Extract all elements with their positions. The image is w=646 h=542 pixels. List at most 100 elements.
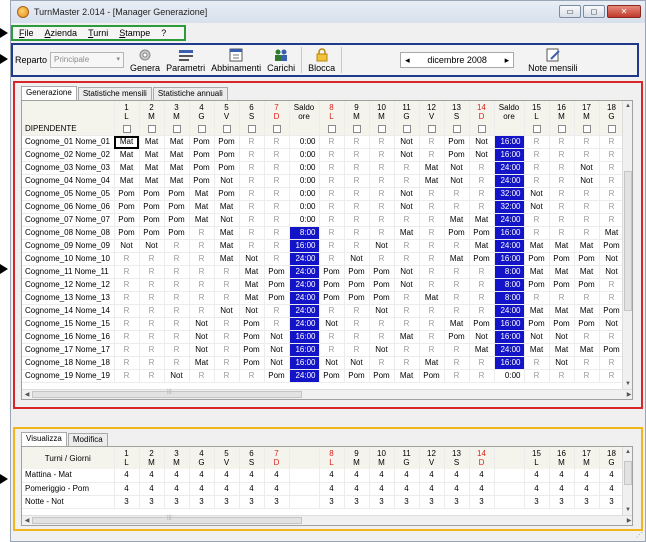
shift-cell[interactable]: R (164, 317, 190, 331)
shift-count-cell[interactable]: 4 (189, 482, 215, 496)
shift-cell[interactable]: R (574, 148, 600, 162)
employee-name[interactable]: Cognome_10 Nome_10 (22, 252, 115, 266)
shift-cell[interactable]: Pom (599, 239, 625, 253)
shift-cell[interactable]: R (164, 343, 190, 357)
employee-name[interactable]: Cognome_14 Nome_14 (22, 304, 115, 318)
shift-count-cell[interactable]: 4 (469, 469, 495, 483)
shift-cell[interactable]: R (394, 356, 420, 370)
day-lock-checkbox[interactable] (427, 124, 436, 133)
tab-statistiche-mensili[interactable]: Statistiche mensili (77, 87, 152, 100)
shift-cell[interactable]: R (469, 161, 495, 175)
shift-cell[interactable]: Pom (164, 213, 190, 227)
shift-cell[interactable]: Pom (574, 252, 600, 266)
shift-cell[interactable]: R (264, 187, 290, 201)
shift-cell[interactable]: R (239, 135, 265, 149)
shift-cell[interactable]: R (189, 369, 215, 383)
shift-cell[interactable]: R (369, 317, 395, 331)
shift-count-cell[interactable]: 4 (114, 469, 140, 483)
shift-count-cell[interactable]: 4 (419, 482, 445, 496)
shift-cell[interactable]: Pom (524, 278, 550, 292)
shift-cell[interactable]: Mat (214, 200, 240, 214)
shift-cell[interactable]: Mat (139, 148, 165, 162)
shift-cell[interactable]: R (264, 226, 290, 240)
shift-cell[interactable]: R (369, 226, 395, 240)
shift-cell[interactable]: Mat (239, 278, 265, 292)
shift-cell[interactable]: Mat (214, 252, 240, 266)
shift-cell[interactable]: R (444, 187, 470, 201)
shift-count-cell[interactable]: 3 (444, 495, 470, 509)
day-lock-checkbox[interactable] (147, 124, 156, 133)
scroll-up-icon[interactable]: ▲ (623, 101, 632, 111)
shift-cell[interactable]: Pom (214, 161, 240, 175)
day-header-13[interactable]: 13 S (444, 101, 470, 123)
shift-cell[interactable]: Not (189, 317, 215, 331)
shift-cell[interactable]: R (444, 356, 470, 370)
shift-cell[interactable]: Pom (264, 265, 290, 279)
shift-count-cell[interactable]: 4 (444, 469, 470, 483)
abbinamenti-button[interactable]: Abbinamenti (211, 48, 261, 73)
shift-cell[interactable]: R (264, 135, 290, 149)
shift-cell[interactable]: Pom (444, 226, 470, 240)
shift-cell[interactable]: R (319, 330, 345, 344)
shift-cell[interactable]: R (239, 200, 265, 214)
shift-cell[interactable]: Not (599, 317, 625, 331)
day-header-15[interactable]: 15 L (524, 101, 550, 123)
shift-count-cell[interactable]: 4 (524, 469, 550, 483)
shift-cell[interactable]: R (264, 200, 290, 214)
shift-count-cell[interactable]: 4 (139, 482, 165, 496)
shift-cell[interactable]: R (139, 356, 165, 370)
vertical-scroll-thumb[interactable] (624, 171, 632, 311)
day-header-14[interactable]: 14 D (469, 101, 495, 123)
shift-count-cell[interactable]: 4 (319, 482, 345, 496)
shift-cell[interactable]: R (344, 161, 370, 175)
shift-cell[interactable]: R (369, 200, 395, 214)
shift-cell[interactable]: Mat (574, 343, 600, 357)
shift-cell[interactable]: R (264, 174, 290, 188)
shift-cell[interactable]: R (319, 239, 345, 253)
shift-cell[interactable]: R (189, 304, 215, 318)
shift-cell[interactable]: Pom (344, 291, 370, 305)
shift-cell[interactable]: Not (524, 330, 550, 344)
shift-cell[interactable]: Pom (114, 200, 140, 214)
day-lock-checkbox[interactable] (607, 124, 616, 133)
scroll-down-icon[interactable]: ▼ (623, 505, 632, 515)
shift-cell[interactable]: R (394, 304, 420, 318)
shift-cell[interactable]: Mat (419, 291, 445, 305)
shift-count-cell[interactable]: 3 (469, 495, 495, 509)
shift-cell[interactable]: R (419, 226, 445, 240)
shift-cell[interactable]: R (369, 252, 395, 266)
shift-cell[interactable]: Mat (524, 343, 550, 357)
shift-cell[interactable]: Mat (444, 317, 470, 331)
shift-cell[interactable]: Not (469, 135, 495, 149)
summary-vertical-thumb[interactable] (624, 461, 632, 485)
shift-cell[interactable]: Mat (114, 135, 140, 149)
shift-count-cell[interactable]: 3 (574, 495, 600, 509)
reparto-select[interactable]: Principale ▾ (50, 52, 125, 68)
shift-cell[interactable]: R (239, 239, 265, 253)
shift-cell[interactable]: Not (319, 356, 345, 370)
shift-cell[interactable]: R (264, 148, 290, 162)
shift-cell[interactable]: Pom (264, 291, 290, 305)
shift-count-cell[interactable]: 4 (239, 482, 265, 496)
shift-cell[interactable]: R (369, 161, 395, 175)
shift-cell[interactable]: R (239, 369, 265, 383)
employee-name[interactable]: Cognome_01 Nome_01 (22, 135, 115, 149)
day-lock-checkbox[interactable] (122, 124, 131, 133)
shift-cell[interactable]: R (344, 148, 370, 162)
shift-cell[interactable]: Mat (419, 161, 445, 175)
employee-name[interactable]: Cognome_04 Nome_04 (22, 174, 115, 188)
shift-cell[interactable]: Mat (114, 148, 140, 162)
shift-count-cell[interactable]: 3 (549, 495, 575, 509)
shift-cell[interactable]: R (394, 174, 420, 188)
shift-cell[interactable]: R (369, 135, 395, 149)
shift-cell[interactable]: R (189, 239, 215, 253)
tab-generazione[interactable]: Generazione (21, 86, 77, 100)
shift-cell[interactable]: R (264, 239, 290, 253)
shift-cell[interactable]: R (189, 252, 215, 266)
shift-cell[interactable]: R (469, 278, 495, 292)
shift-cell[interactable]: Mat (114, 161, 140, 175)
shift-cell[interactable]: Pom (574, 317, 600, 331)
shift-cell[interactable]: R (239, 174, 265, 188)
shift-cell[interactable]: R (574, 200, 600, 214)
shift-cell[interactable]: Pom (469, 226, 495, 240)
